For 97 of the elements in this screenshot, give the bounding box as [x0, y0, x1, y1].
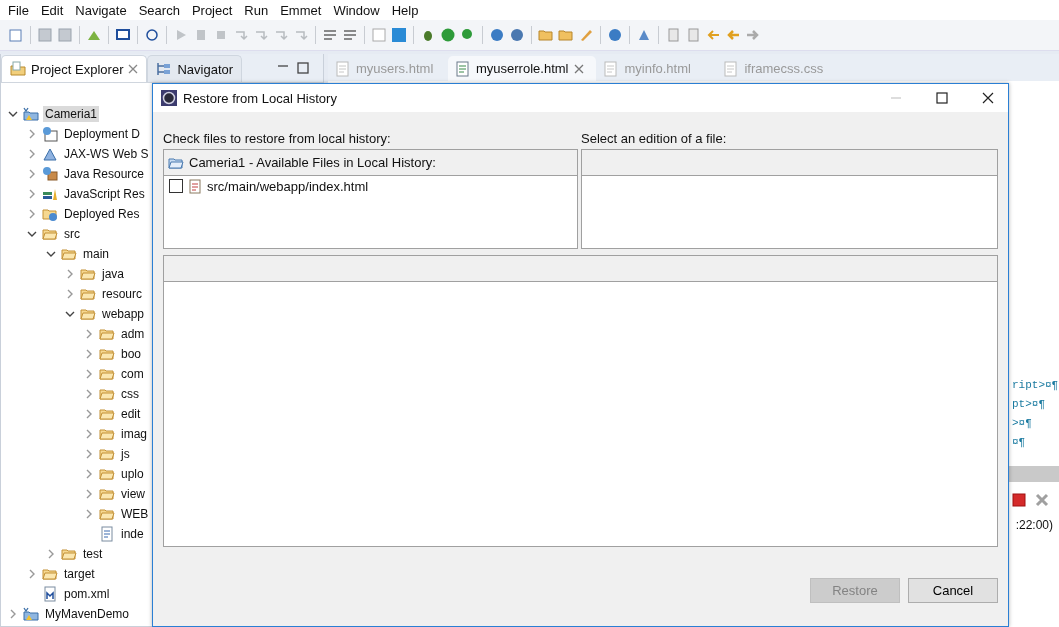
navigator-icon — [156, 61, 173, 77]
folder-icon — [42, 566, 58, 582]
menu-item[interactable]: Run — [238, 2, 275, 18]
tree-item[interactable]: webapp — [100, 306, 147, 322]
tree-item[interactable]: main — [81, 246, 111, 262]
tree-item[interactable]: edit — [119, 406, 143, 422]
menu-item[interactable]: Window — [327, 2, 386, 18]
folder-icon — [61, 246, 77, 262]
tab-label: myuserrole.html — [476, 61, 569, 76]
maximize-icon[interactable] — [936, 92, 948, 104]
code-line: >¤¶ — [1012, 417, 1033, 431]
tree-item[interactable]: js — [119, 446, 132, 462]
list-icon[interactable] — [342, 27, 358, 43]
checkbox[interactable] — [169, 179, 183, 193]
view-tab[interactable]: Project Explorer — [1, 55, 148, 82]
list-icon[interactable] — [322, 27, 338, 43]
dialog-button[interactable]: Cancel — [908, 578, 998, 603]
file-path[interactable]: src/main/webapp/index.html — [207, 178, 369, 194]
tree-item[interactable]: boo — [119, 346, 144, 362]
tree-item[interactable]: Java Resource — [62, 166, 147, 182]
tab-label: myusers.html — [356, 61, 434, 76]
tree-item[interactable]: view — [119, 486, 147, 502]
folder-icon — [99, 326, 115, 342]
folder-icon — [99, 386, 115, 402]
menu-item[interactable]: Navigate — [69, 2, 133, 18]
tree-item[interactable]: target — [62, 566, 97, 582]
menu-item[interactable]: Project — [185, 2, 239, 18]
code-line: ¤¶ — [1012, 436, 1027, 450]
tree-item[interactable]: MyMavenDemo — [43, 606, 132, 622]
tree-item[interactable]: java — [100, 266, 126, 282]
menu-item[interactable]: Emmet — [274, 2, 328, 18]
tree-item[interactable]: adm — [119, 326, 147, 342]
console-text: :22:00) — [1015, 518, 1054, 532]
file-icon — [456, 60, 470, 77]
tree-item[interactable]: com — [119, 366, 146, 382]
tree-item[interactable]: JAX-WS Web S — [62, 146, 151, 162]
folder-icon — [99, 366, 115, 382]
editions-label: Select an edition of a file: — [581, 131, 728, 146]
folder-icon — [42, 226, 58, 242]
file-icon — [724, 60, 739, 77]
file-icon — [604, 60, 619, 77]
tree-item[interactable]: imag — [119, 426, 149, 442]
tree-item[interactable]: src — [62, 226, 82, 242]
folder-globe-icon — [42, 206, 58, 222]
folder-icon — [80, 286, 96, 302]
tree-item[interactable]: uplo — [119, 466, 146, 482]
folder-icon — [99, 406, 115, 422]
tab-label: Navigator — [177, 61, 234, 77]
app-icon — [161, 90, 177, 106]
remove-icon[interactable] — [1035, 493, 1049, 507]
dialog-title: Restore from Local History — [183, 90, 337, 106]
column-header: Cameria1 - Available Files in Local History: — [189, 155, 436, 170]
view-tab[interactable]: Navigator — [147, 55, 243, 82]
tree-item[interactable]: Deployment D — [62, 126, 143, 142]
tree-item[interactable]: test — [81, 546, 105, 562]
file-icon — [99, 526, 115, 542]
file-icon — [336, 60, 350, 77]
folder-icon — [99, 486, 115, 502]
tree-item[interactable]: Deployed Res — [62, 206, 142, 222]
menu-item[interactable]: Edit — [34, 2, 70, 18]
tree-item[interactable]: css — [119, 386, 141, 402]
folder-icon — [80, 266, 96, 282]
menu-item[interactable]: Help — [385, 2, 425, 18]
folder-icon — [61, 546, 77, 562]
menu-item[interactable]: File — [2, 2, 35, 18]
tree-item[interactable]: inde — [119, 526, 146, 542]
editor-tab[interactable]: myuserrole.html — [448, 56, 597, 81]
stop-icon[interactable] — [1012, 493, 1026, 507]
folder-icon — [99, 446, 115, 462]
tab-label: iframecss.css — [744, 61, 824, 76]
monitor-icon[interactable] — [115, 27, 131, 43]
tab-label: Project Explorer — [31, 61, 124, 77]
file-icon — [189, 178, 201, 194]
folder-icon — [99, 426, 115, 442]
tree-item[interactable]: Cameria1 — [43, 106, 100, 122]
tree-item[interactable]: resourc — [100, 286, 144, 302]
folder-icon — [99, 466, 115, 482]
folder-icon — [80, 306, 96, 322]
triangle-icon — [42, 146, 58, 162]
code-line: pt>¤¶ — [1012, 398, 1046, 412]
folder-icon — [99, 346, 115, 362]
file-icon — [42, 586, 58, 602]
tree-item[interactable]: pom.xml — [62, 586, 112, 602]
folder-icon[interactable] — [538, 27, 554, 43]
project-icon — [23, 606, 39, 622]
folder-icon — [10, 61, 26, 77]
files-label: Check files to restore from local history: — [163, 131, 392, 146]
tree-item[interactable]: JavaScript Res — [62, 186, 147, 202]
project-icon — [23, 106, 39, 122]
folder-icon — [99, 506, 115, 522]
tab-label: myinfo.html — [624, 61, 691, 76]
tree-item[interactable]: WEB — [119, 506, 151, 522]
menu-item[interactable]: Search — [132, 2, 186, 18]
folder-icon[interactable] — [558, 27, 574, 43]
maximize-icon[interactable] — [297, 62, 309, 74]
close-icon[interactable] — [982, 92, 994, 104]
code-line: ript>¤¶ — [1012, 379, 1059, 393]
